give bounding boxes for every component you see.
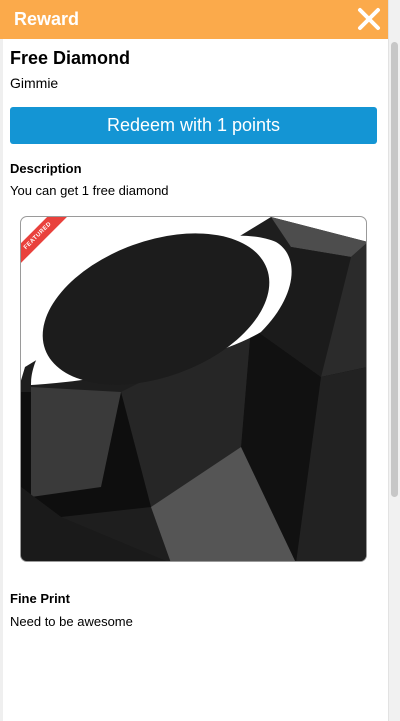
description-text: You can get 1 free diamond: [10, 183, 169, 198]
close-icon[interactable]: [356, 6, 382, 32]
ruby-gem-icon: [21, 217, 366, 561]
header-title: Reward: [14, 9, 80, 29]
reward-title: Free Diamond: [10, 48, 131, 68]
reward-subtitle: Gimmie: [10, 75, 59, 91]
redeem-button[interactable]: Redeem with 1 points: [10, 107, 377, 144]
fine-print-heading: Fine Print: [10, 591, 70, 606]
reward-image: FEATURED: [20, 216, 367, 562]
scrollbar-thumb[interactable]: [391, 42, 398, 497]
left-edge-divider: [0, 39, 3, 721]
description-heading: Description: [10, 161, 82, 176]
fine-print-text: Need to be awesome: [10, 614, 133, 629]
reward-header: Reward: [0, 0, 388, 39]
